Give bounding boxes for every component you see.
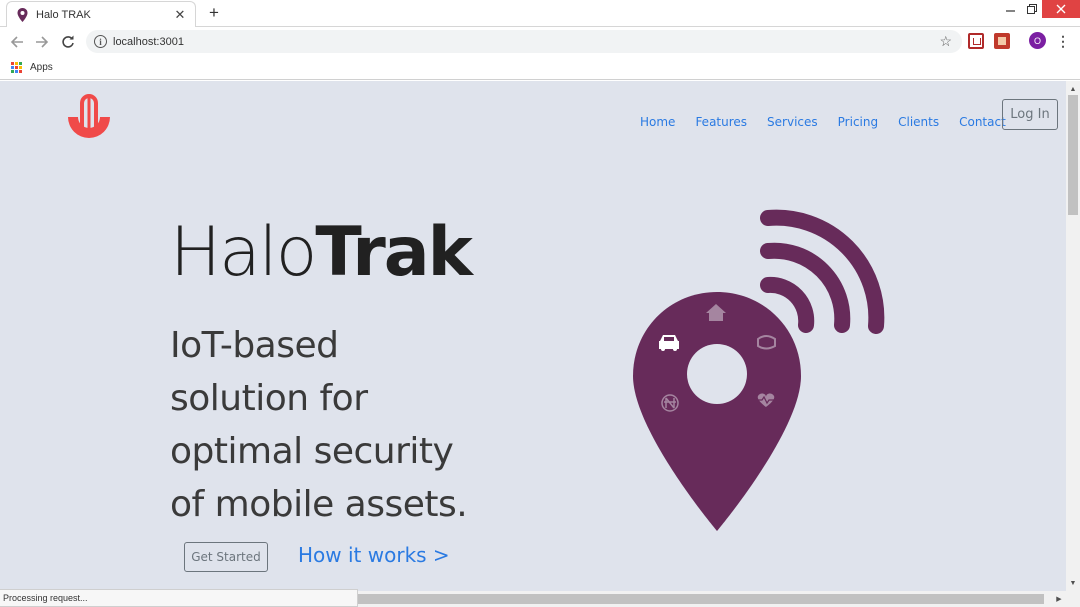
nav-home[interactable]: Home: [640, 115, 675, 129]
address-bar[interactable]: i localhost:3001 ☆: [86, 30, 962, 53]
minimize-icon: [1005, 9, 1015, 12]
nav-contact[interactable]: Contact: [959, 115, 1006, 129]
status-bar: Processing request...: [0, 589, 358, 607]
nav-pricing[interactable]: Pricing: [838, 115, 878, 129]
car-icon: [659, 335, 679, 351]
brand-bold: Trak: [315, 213, 473, 292]
close-icon: [1056, 4, 1066, 14]
tagline-line: IoT-based: [170, 325, 339, 366]
browser-menu-icon[interactable]: ⋮: [1056, 32, 1070, 50]
bookmarks-bar: Apps: [0, 56, 1080, 80]
close-tab-icon[interactable]: ✕: [171, 6, 189, 24]
new-tab-button[interactable]: +: [204, 3, 224, 23]
tab-title: Halo TRAK: [36, 8, 91, 21]
restore-icon: [1027, 4, 1037, 14]
bookmark-star-icon[interactable]: ☆: [939, 33, 952, 50]
info-icon[interactable]: i: [94, 35, 107, 48]
scroll-down-icon[interactable]: ▼: [1066, 577, 1080, 589]
location-pin-icon: [17, 7, 28, 22]
extension-shield-icon[interactable]: [968, 33, 984, 49]
halotrak-logo-icon[interactable]: [62, 91, 116, 153]
location-pin-signal-icon: [633, 209, 885, 531]
profile-avatar[interactable]: O: [1029, 32, 1046, 49]
tagline-line: of mobile assets.: [170, 484, 468, 525]
tagline-line: optimal security: [170, 431, 454, 472]
browser-toolbar: i localhost:3001 ☆ O ⋮: [0, 27, 1080, 56]
reload-button[interactable]: [57, 31, 79, 53]
vertical-scrollbar[interactable]: ▲ ▼: [1066, 81, 1080, 591]
close-window-button[interactable]: [1042, 0, 1080, 18]
apps-grid-icon[interactable]: [11, 62, 22, 73]
how-it-works-link[interactable]: How it works >: [298, 543, 450, 567]
get-started-button[interactable]: Get Started: [184, 542, 268, 572]
scroll-right-icon[interactable]: ▶: [1052, 591, 1066, 607]
restore-window-button[interactable]: [1022, 0, 1042, 18]
nav-services[interactable]: Services: [767, 115, 818, 129]
brand-heading: HaloTrak: [170, 213, 473, 293]
login-button[interactable]: Log In: [1002, 99, 1058, 130]
reload-icon: [62, 35, 74, 48]
url-text[interactable]: localhost:3001: [113, 36, 939, 48]
extension-app-icon[interactable]: [994, 33, 1010, 49]
arrow-left-icon: [10, 36, 23, 48]
back-button[interactable]: [6, 31, 28, 53]
vertical-scroll-thumb[interactable]: [1068, 95, 1078, 215]
scroll-up-icon[interactable]: ▲: [1066, 83, 1080, 95]
horizontal-scroll-thumb[interactable]: [358, 594, 1044, 604]
browser-tab[interactable]: Halo TRAK ✕: [6, 1, 196, 27]
page-viewport: Home Features Services Pricing Clients C…: [0, 81, 1066, 591]
apps-bookmark[interactable]: Apps: [30, 62, 53, 73]
hero-tagline: IoT-based solution for optimal security …: [170, 319, 490, 531]
forward-button[interactable]: [31, 31, 53, 53]
nav-features[interactable]: Features: [695, 115, 747, 129]
minimize-window-button[interactable]: [1000, 0, 1020, 18]
nav-clients[interactable]: Clients: [898, 115, 939, 129]
brand-light: Halo: [170, 213, 317, 292]
browser-tab-bar: Halo TRAK ✕ +: [0, 0, 1080, 27]
tagline-line: solution for: [170, 378, 368, 419]
arrow-right-icon: [36, 36, 49, 48]
main-nav: Home Features Services Pricing Clients C…: [640, 115, 1026, 129]
